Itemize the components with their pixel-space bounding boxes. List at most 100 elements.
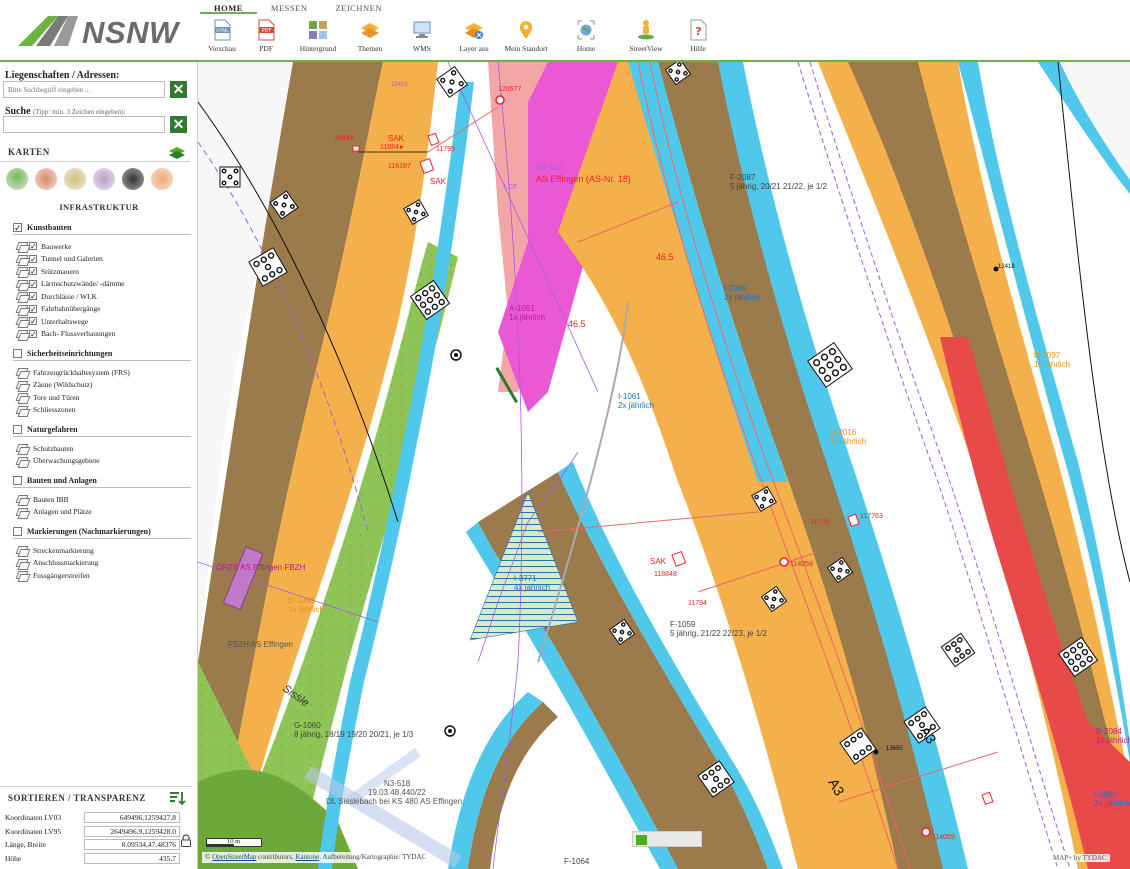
map-label-n3-518: N3-518 [384, 779, 411, 788]
group-checkbox[interactable] [13, 223, 22, 232]
opacity-slider[interactable] [632, 831, 702, 847]
layer-group[interactable]: Naturgefahren [13, 424, 191, 437]
themen-button[interactable]: Themen [348, 16, 392, 60]
layer-checkbox[interactable] [29, 317, 37, 325]
layer-item[interactable]: Bauten IBB [16, 493, 69, 505]
layer-item[interactable]: Anlagen und Plätze [16, 506, 92, 518]
osm-link[interactable]: OpenStreetMap [212, 853, 256, 861]
layer-item[interactable]: Stützmauern [16, 265, 79, 277]
home-globe-icon [577, 20, 595, 40]
layer-group[interactable]: Kunstbauten [13, 222, 191, 235]
clear-search-button[interactable]: ✕ [170, 116, 187, 133]
coordinate-value[interactable]: 2649496.9,1259428.0 [84, 825, 180, 837]
layer-checkbox[interactable] [29, 292, 37, 300]
layer-item[interactable]: Durchlässe / WLK [16, 290, 97, 302]
coordinate-value[interactable]: 435.7 [84, 852, 180, 864]
kantone-link[interactable]: Kantone [295, 853, 319, 861]
layer-style-icon[interactable] [16, 241, 27, 251]
layer-style-icon[interactable] [16, 279, 27, 289]
layer-group[interactable]: Markierungen (Nachmarkierungen) [13, 526, 191, 539]
tab-messen[interactable]: MESSEN [257, 0, 322, 14]
hilfe-button[interactable]: ? Hilfe [676, 16, 720, 60]
sort-icon[interactable] [168, 790, 186, 806]
layer-item[interactable]: Tore und Türen [16, 391, 79, 403]
buildings-category-icon[interactable] [35, 168, 57, 190]
layer-item[interactable]: Fussgängerstreifen [16, 569, 90, 581]
pdf-button[interactable]: PDF PDF [244, 16, 288, 60]
search-input[interactable] [3, 116, 165, 133]
slider-knob[interactable] [636, 835, 647, 845]
road-category-icon[interactable] [64, 168, 86, 190]
layer-style-icon[interactable] [16, 570, 27, 580]
layer-style-icon[interactable] [16, 545, 27, 555]
tab-zeichnen[interactable]: ZEICHNEN [321, 0, 396, 14]
layer-style-icon[interactable] [16, 443, 27, 453]
map-label-g1060: G-1060 [294, 721, 321, 730]
layers-toggle-icon[interactable] [168, 146, 186, 160]
layer-group[interactable]: Sicherheitseinrichtungen [13, 348, 191, 361]
layer-item[interactable]: Zäune (Wildschutz) [16, 379, 92, 391]
address-search-input[interactable] [3, 81, 165, 98]
scale-bar: 10 m [206, 838, 262, 847]
home-button[interactable]: Home [556, 16, 616, 60]
group-checkbox[interactable] [13, 527, 22, 536]
layer-item[interactable]: Fahrbahnübergänge [16, 303, 100, 315]
vorschau-button[interactable]: HTML Vorschau [200, 16, 244, 60]
streetview-icon [638, 20, 654, 40]
map-label-fbzh: FBZH AS Effingen [228, 640, 293, 649]
group-title: Naturgefahren [27, 425, 78, 434]
infrastructure-category-icon[interactable] [122, 168, 144, 190]
layer-style-icon[interactable] [16, 291, 27, 301]
nsnw-logo[interactable]: NSNW [18, 12, 188, 52]
layer-style-icon[interactable] [16, 558, 27, 568]
layer-checkbox[interactable] [29, 267, 37, 275]
mein-standort-button[interactable]: Mein Standort [496, 16, 556, 60]
group-checkbox[interactable] [13, 349, 22, 358]
layer-item[interactable]: Überwachungsgebiete [16, 455, 100, 467]
layer-item[interactable]: Bauwerke [16, 240, 71, 252]
map-canvas[interactable]: SAK 11884● SAK 116187 11795 19443 120577… [198, 62, 1130, 869]
layer-style-icon[interactable] [16, 316, 27, 326]
markings-category-icon[interactable] [93, 168, 115, 190]
layer-style-icon[interactable] [16, 254, 27, 264]
layer-item[interactable]: Schliesszonen [16, 404, 76, 416]
structure-symbol[interactable] [940, 632, 976, 668]
layer-item[interactable]: Fahrzeugrückhaltesystem (FRS) [16, 366, 130, 378]
layer-style-icon[interactable] [16, 380, 27, 390]
layer-style-icon[interactable] [16, 367, 27, 377]
layer-group[interactable]: Bauten und Anlagen [13, 475, 191, 488]
group-checkbox[interactable] [13, 476, 22, 485]
hintergrund-button[interactable]: Hintergrund [288, 16, 348, 60]
nature-category-icon[interactable] [6, 168, 28, 190]
layer-style-icon[interactable] [16, 329, 27, 339]
map-view[interactable]: SAK 11884● SAK 116187 11795 19443 120577… [198, 62, 1130, 869]
group-checkbox[interactable] [13, 425, 22, 434]
wms-button[interactable]: WMS [392, 16, 452, 60]
layer-aus-button[interactable]: Layer aus [452, 16, 496, 60]
coordinate-row: Länge, Breite 8.09534,47.48376 [5, 839, 193, 851]
lock-icon[interactable] [180, 834, 192, 847]
layer-item[interactable]: Streckenmarkierung [16, 544, 94, 556]
layer-item[interactable]: Lärmschutzwände/ -dämme [16, 278, 125, 290]
streetview-button[interactable]: StreetView [616, 16, 676, 60]
layer-style-icon[interactable] [16, 405, 27, 415]
coordinate-value[interactable]: 8.09534,47.48376 [84, 839, 180, 850]
layer-item[interactable]: Tunnel und Galerien [16, 253, 103, 265]
layer-style-icon[interactable] [16, 456, 27, 466]
layer-checkbox[interactable] [29, 242, 37, 250]
layer-item[interactable]: Schutzbauten [16, 442, 73, 454]
layer-style-icon[interactable] [16, 507, 27, 517]
layer-style-icon[interactable] [16, 304, 27, 314]
layer-style-icon[interactable] [16, 392, 27, 402]
layer-item[interactable]: Unterhaltswege [16, 315, 88, 327]
layer-item[interactable]: Bach- Flussverbauungen [16, 328, 115, 340]
structure-symbol[interactable] [219, 166, 241, 188]
layer-style-icon[interactable] [16, 494, 27, 504]
map-label-i2085: I-2085 [724, 284, 747, 293]
layer-style-icon[interactable] [16, 266, 27, 276]
coordinate-value[interactable]: 649496,1259427.8 [84, 812, 180, 823]
tab-home[interactable]: HOME [200, 0, 257, 14]
layer-item[interactable]: Anschlussmarkierung [16, 557, 98, 569]
safety-category-icon[interactable] [151, 168, 173, 190]
clear-address-button[interactable]: ✕ [170, 81, 187, 98]
